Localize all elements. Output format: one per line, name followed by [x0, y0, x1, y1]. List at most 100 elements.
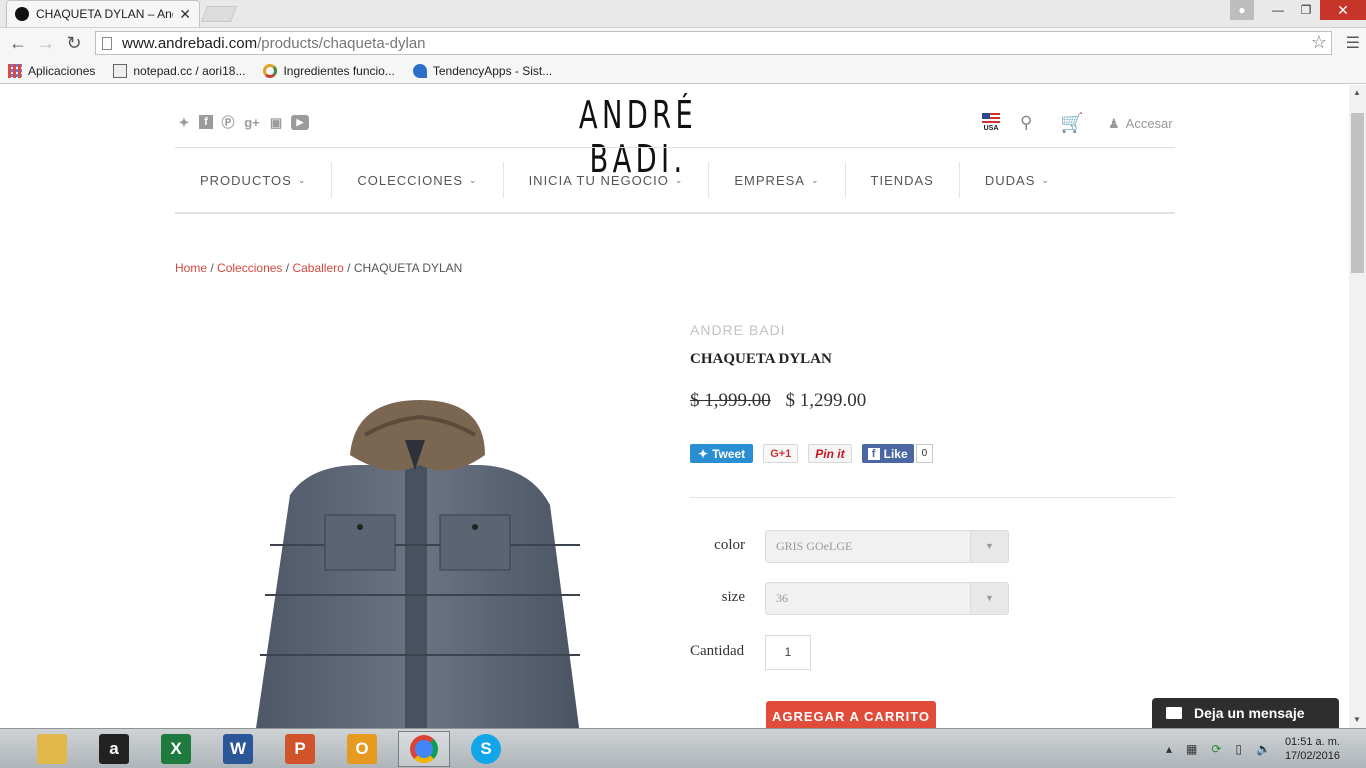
browser-tab-strip: CHAQUETA DYLAN – André ✕ ● — ❐ ✕ — [0, 0, 1366, 28]
battery-icon[interactable]: ▯ — [1235, 742, 1242, 756]
nav-label: INICIA TU NEGOCIO — [528, 172, 669, 188]
bookmark-label: TendencyApps - Sist... — [432, 63, 553, 78]
address-bar[interactable]: www.andrebadi.com /products/chaqueta-dyl… — [95, 31, 1332, 55]
sync-icon[interactable]: ⟳ — [1211, 742, 1221, 756]
scroll-up-icon[interactable]: ▲ — [1353, 88, 1361, 97]
taskbar-powerpoint[interactable]: P — [274, 731, 326, 767]
system-tray: ▴ ▦ ⟳ ▯ 🔈 01:51 a. m. 17/02/2016 — [1166, 729, 1366, 768]
web-page: ✦ f Ⓟ g+ ▣ ▶ ANDRÉ BADI. USA ⚲ 🛒 ♟ Acces… — [0, 85, 1349, 728]
close-window-button[interactable]: ✕ — [1320, 0, 1366, 20]
chrome-menu-icon[interactable]: ☰ — [1346, 33, 1360, 53]
breadcrumb-separator: / — [347, 261, 351, 275]
tweet-button[interactable]: ✦ Tweet — [690, 444, 754, 463]
nav-empresa[interactable]: EMPRESA ⌄ — [709, 162, 846, 198]
chevron-down-icon: ⌄ — [297, 174, 307, 185]
google-plus-icon[interactable]: g+ — [243, 115, 261, 131]
product-image[interactable] — [250, 395, 585, 728]
size-select[interactable]: 36 ▼ — [765, 582, 1009, 615]
nav-dudas[interactable]: DUDAS ⌄ — [960, 162, 1075, 198]
flag-label: USA — [983, 125, 999, 132]
chevron-down-icon: ⌄ — [810, 174, 820, 185]
twitter-icon[interactable]: ✦ — [175, 115, 193, 131]
taskbar-file-explorer[interactable] — [26, 731, 78, 767]
product-title: CHAQUETA DYLAN — [690, 351, 832, 367]
google-plus-button[interactable]: G+1 — [763, 444, 799, 463]
chevron-down-icon: ⌄ — [674, 174, 684, 185]
youtube-icon[interactable]: ▶ — [291, 115, 309, 130]
add-to-cart-button[interactable]: AGREGAR A CARRITO — [766, 701, 936, 728]
bookmark-ingredientes[interactable]: Ingredientes funcio... — [263, 63, 395, 78]
quantity-label: Cantidad — [690, 643, 745, 659]
forward-arrow-icon[interactable]: → — [32, 33, 60, 54]
breadcrumb-home[interactable]: Home — [175, 261, 207, 275]
taskbar-skype[interactable]: S — [460, 731, 512, 767]
nav-label: COLECCIONES — [357, 172, 464, 188]
nav-tiendas[interactable]: TIENDAS — [846, 162, 960, 198]
apps-grid-icon — [8, 63, 22, 78]
taskbar-chrome[interactable] — [398, 730, 450, 767]
quantity-input[interactable]: 1 — [765, 635, 811, 670]
leave-message-label: Deja un mensaje — [1194, 705, 1305, 721]
browser-tab[interactable]: CHAQUETA DYLAN – André ✕ — [6, 0, 200, 27]
taskbar-outlook[interactable]: O — [336, 731, 388, 767]
page-scrollbar[interactable]: ▲ ▼ — [1349, 85, 1366, 728]
file-explorer-icon — [37, 733, 67, 764]
new-tab-button[interactable] — [201, 6, 237, 22]
taskbar-amazon[interactable]: a — [88, 731, 140, 767]
cart-icon[interactable]: 🛒 — [1060, 111, 1084, 135]
envelope-icon — [1166, 707, 1182, 719]
bookmark-star-icon[interactable]: ☆ — [1311, 32, 1327, 53]
share-buttons: ✦ Tweet G+1 Pin it f Like 0 — [690, 444, 934, 463]
search-icon[interactable]: ⚲ — [1020, 113, 1032, 133]
profile-icon[interactable]: ● — [1230, 0, 1254, 20]
bookmark-label: Aplicaciones — [28, 63, 96, 78]
login-link[interactable]: ♟ Accesar — [1108, 116, 1173, 132]
color-select[interactable]: GRIS GOeLGE ▼ — [765, 530, 1009, 563]
pinterest-icon[interactable]: Ⓟ — [219, 115, 237, 131]
taskbar-excel[interactable]: X — [150, 731, 202, 767]
nav-productos[interactable]: PRODUCTOS ⌄ — [175, 162, 333, 198]
chevron-down-icon: ⌄ — [469, 174, 478, 185]
scrollbar-thumb[interactable] — [1351, 113, 1364, 273]
chrome-icon — [410, 734, 438, 763]
bookmark-tendencyapps[interactable]: TendencyApps - Sist... — [412, 63, 553, 78]
dropdown-arrow-icon: ▼ — [970, 531, 1008, 562]
amazon-icon: a — [99, 733, 129, 764]
signal-icon[interactable]: ▦ — [1186, 742, 1197, 756]
excel-icon: X — [161, 733, 191, 764]
leave-message-widget[interactable]: Deja un mensaje — [1152, 698, 1339, 728]
tray-expand-icon[interactable]: ▴ — [1166, 742, 1172, 756]
volume-icon[interactable]: 🔈 — [1256, 742, 1271, 756]
facebook-icon[interactable]: f — [199, 115, 213, 129]
bookmark-aplicaciones[interactable]: Aplicaciones — [8, 63, 96, 78]
bookmark-notepad[interactable]: notepad.cc / aori18... — [113, 63, 245, 78]
back-arrow-icon[interactable]: ← — [4, 33, 32, 54]
word-icon: W — [223, 733, 253, 764]
breadcrumb-separator: / — [285, 261, 290, 275]
tab-close-icon[interactable]: ✕ — [179, 6, 191, 23]
skype-icon: S — [471, 733, 501, 764]
old-price: $ 1,999.00 — [690, 390, 771, 411]
breadcrumb-colecciones[interactable]: Colecciones — [217, 261, 282, 275]
restore-button[interactable]: ❐ — [1292, 0, 1320, 20]
breadcrumb-caballero[interactable]: Caballero — [292, 261, 343, 275]
user-icon: ♟ — [1108, 116, 1120, 131]
taskbar-word[interactable]: W — [212, 731, 264, 767]
pin-it-button[interactable]: Pin it — [808, 444, 852, 463]
instagram-icon[interactable]: ▣ — [267, 115, 285, 131]
bookmarks-bar: Aplicaciones notepad.cc / aori18... Ingr… — [0, 58, 1366, 84]
sale-price: $ 1,299.00 — [785, 390, 867, 411]
minimize-button[interactable]: — — [1264, 0, 1292, 20]
color-label: color — [714, 537, 745, 553]
nav-label: PRODUCTOS — [200, 172, 292, 188]
facebook-like-button[interactable]: f Like — [861, 444, 914, 463]
twitter-bird-icon: ✦ — [698, 446, 709, 461]
nav-colecciones[interactable]: COLECCIONES ⌄ — [332, 162, 504, 198]
reload-icon[interactable]: ↻ — [60, 33, 88, 54]
scroll-down-icon[interactable]: ▼ — [1353, 715, 1361, 724]
size-label: size — [721, 589, 745, 605]
tendency-icon — [412, 63, 427, 78]
country-flag-icon[interactable]: USA — [982, 113, 1000, 133]
system-clock[interactable]: 01:51 a. m. 17/02/2016 — [1285, 735, 1340, 763]
nav-inicia-tu-negocio[interactable]: INICIA TU NEGOCIO ⌄ — [504, 162, 710, 198]
